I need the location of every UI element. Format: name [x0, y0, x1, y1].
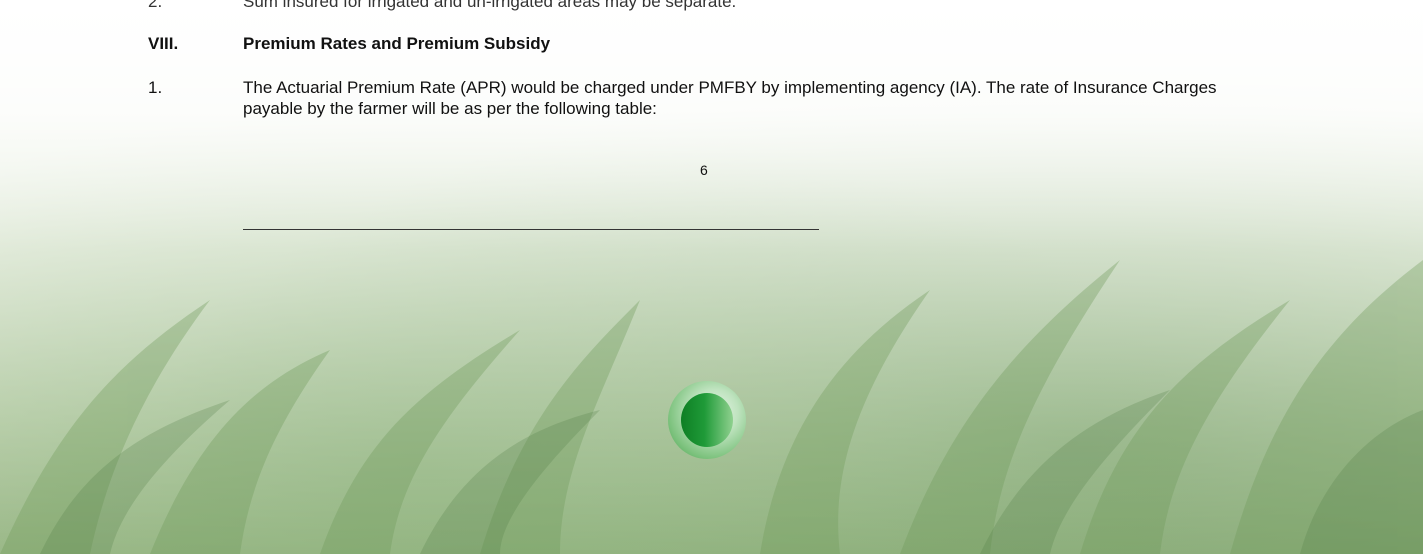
- item-1-text: The Actuarial Premium Rate (APR) would b…: [243, 78, 1217, 118]
- page-number: 6: [700, 162, 708, 178]
- section-title: Premium Rates and Premium Subsidy: [243, 34, 551, 53]
- item-1-number: 1.: [148, 78, 163, 97]
- previous-item-number: 2.: [148, 0, 163, 11]
- circle-logo-icon: [668, 381, 746, 459]
- logo-inner-circle: [681, 393, 733, 447]
- footer-divider: [243, 229, 819, 230]
- previous-item-text: Sum insured for irrigated and un-irrigat…: [243, 0, 737, 11]
- section-number: VIII.: [148, 34, 179, 53]
- document-page: 2. Sum insured for irrigated and un-irri…: [0, 0, 1423, 554]
